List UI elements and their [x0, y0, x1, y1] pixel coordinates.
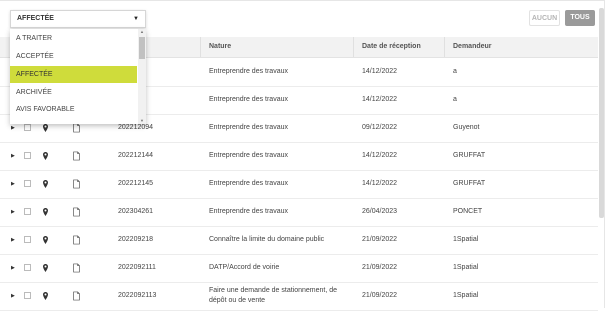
row-date: 26/04/2023: [362, 208, 398, 215]
document-icon[interactable]: [73, 151, 80, 161]
row-demandeur: GRUFFAT: [453, 180, 486, 187]
row-nature: Faire une demande de stationnement, de d…: [209, 287, 338, 304]
option-avis-favorable[interactable]: AVIS FAVORABLE: [10, 101, 137, 118]
row-demandeur: PONCET: [453, 208, 483, 215]
column-separator: [200, 37, 201, 57]
table-row[interactable]: ▶ 2022092113 Faire une demande de stationn…: [0, 282, 598, 311]
row-demandeur: a: [453, 68, 457, 75]
row-nature: Entreprendre des travaux: [209, 68, 288, 75]
document-icon[interactable]: [73, 235, 80, 245]
row-number: 2022092111: [118, 264, 156, 271]
document-icon[interactable]: [73, 179, 80, 189]
option-acceptee[interactable]: ACCEPTÉE: [10, 48, 137, 65]
caret-right-icon[interactable]: ▶: [11, 142, 15, 170]
row-number: 202212144: [118, 152, 154, 159]
table-row[interactable]: ▶ 202212145 Entreprendre des travaux 14/12/…: [0, 170, 598, 199]
row-demandeur: 1Spatial: [453, 292, 479, 299]
row-demandeur: Guyenot: [453, 124, 480, 131]
header-nature[interactable]: Nature: [209, 37, 231, 57]
table-row[interactable]: ▶ 202209218 Connaître la limite du domaine…: [0, 226, 598, 255]
column-separator: [444, 37, 445, 57]
map-pin-icon[interactable]: [43, 264, 48, 272]
scroll-up-icon[interactable]: ▲: [138, 29, 146, 34]
row-number: 202212145: [118, 180, 154, 187]
table-row[interactable]: ▶ 202212144 Entreprendre des travaux 14/12/…: [0, 142, 598, 171]
document-icon[interactable]: [73, 123, 80, 133]
document-icon[interactable]: [73, 263, 80, 273]
row-checkbox[interactable]: [24, 208, 31, 215]
table-row[interactable]: ▶ 2022092111 DATP/Accord de voirie 21/09/20…: [0, 254, 598, 283]
row-number: 202209218: [118, 236, 154, 243]
row-date: 14/12/2022: [362, 152, 398, 159]
row-nature: Entreprendre des travaux: [209, 152, 288, 159]
row-date: 09/12/2022: [362, 124, 398, 131]
status-filter-value: AFFECTÉE: [17, 15, 54, 22]
row-nature: Entreprendre des travaux: [209, 180, 288, 187]
row-date: 14/12/2022: [362, 68, 398, 75]
row-date: 14/12/2022: [362, 180, 398, 187]
option-archivee[interactable]: ARCHIVÉE: [10, 84, 137, 101]
row-date: 21/09/2022: [362, 292, 398, 299]
caret-right-icon[interactable]: ▶: [11, 282, 15, 310]
row-number: 202304261: [118, 208, 154, 215]
caret-right-icon[interactable]: ▶: [11, 198, 15, 226]
row-checkbox[interactable]: [24, 152, 31, 159]
menu-scrollbar[interactable]: ▲ ▼: [138, 29, 146, 124]
document-icon[interactable]: [73, 207, 80, 217]
status-filter-menu: A TRAITER ACCEPTÉE AFFECTÉE ARCHIVÉE AVI…: [10, 29, 146, 124]
row-demandeur: GRUFFAT: [453, 152, 486, 159]
status-filter-select[interactable]: AFFECTÉE ▼: [10, 10, 146, 28]
menu-scroll-thumb[interactable]: [139, 37, 145, 59]
row-date: 14/12/2022: [362, 96, 398, 103]
row-checkbox[interactable]: [24, 124, 31, 131]
row-demandeur: 1Spatial: [453, 236, 479, 243]
header-date[interactable]: Date de réception: [362, 37, 421, 57]
row-checkbox[interactable]: [24, 292, 31, 299]
map-pin-icon[interactable]: [43, 152, 48, 160]
map-pin-icon[interactable]: [43, 124, 48, 132]
column-separator: [353, 37, 354, 57]
aucun-button[interactable]: AUCUN: [529, 10, 560, 26]
row-checkbox[interactable]: [24, 180, 31, 187]
tous-button[interactable]: TOUS: [565, 10, 595, 26]
row-nature: Entreprendre des travaux: [209, 124, 288, 131]
map-pin-icon[interactable]: [43, 292, 48, 300]
map-pin-icon[interactable]: [43, 208, 48, 216]
table-row[interactable]: ▶ 202304261 Entreprendre des travaux 26/04/…: [0, 198, 598, 227]
row-number: 2022092113: [118, 292, 157, 299]
row-nature: Connaître la limite du domaine public: [209, 236, 325, 243]
row-nature: DATP/Accord de voirie: [209, 264, 280, 271]
row-demandeur: a: [453, 96, 457, 103]
document-icon[interactable]: [73, 291, 80, 301]
caret-right-icon[interactable]: ▶: [11, 226, 15, 254]
option-affectee[interactable]: AFFECTÉE: [10, 66, 137, 83]
scroll-down-icon[interactable]: ▼: [138, 118, 146, 123]
caret-right-icon[interactable]: ▶: [11, 254, 15, 282]
map-pin-icon[interactable]: [43, 180, 48, 188]
page-scrollbar[interactable]: [599, 8, 604, 218]
row-nature: Entreprendre des travaux: [209, 208, 288, 215]
row-checkbox[interactable]: [24, 264, 31, 271]
row-nature: Entreprendre des travaux: [209, 96, 288, 103]
row-date: 21/09/2022: [362, 264, 398, 271]
caret-down-icon: ▼: [133, 16, 139, 22]
row-checkbox[interactable]: [24, 236, 31, 243]
header-demandeur[interactable]: Demandeur: [453, 37, 492, 57]
map-pin-icon[interactable]: [43, 236, 48, 244]
caret-right-icon[interactable]: ▶: [11, 170, 15, 198]
row-date: 21/09/2022: [362, 236, 398, 243]
row-demandeur: 1Spatial: [453, 264, 479, 271]
option-a-traiter[interactable]: A TRAITER: [10, 30, 137, 47]
